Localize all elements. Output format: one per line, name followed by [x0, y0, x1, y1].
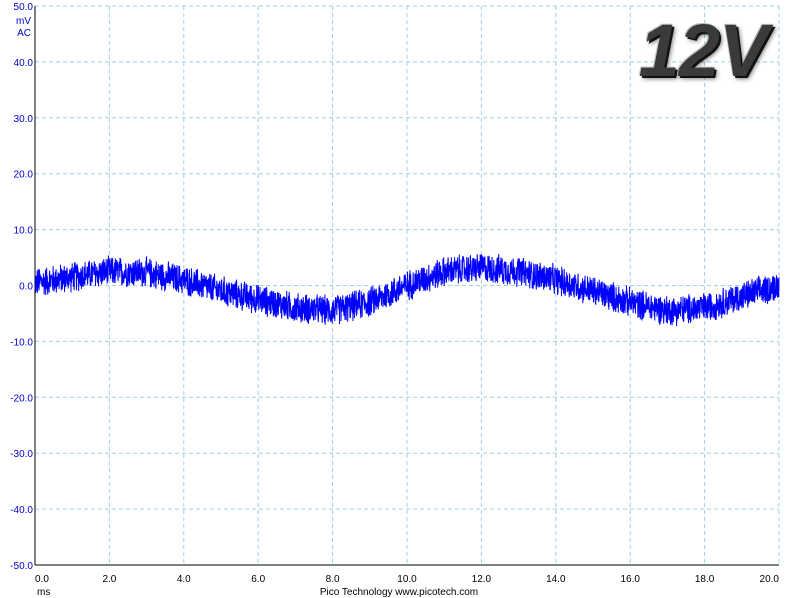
x-tick-label: 18.0: [695, 574, 715, 585]
y-unit-label: mV: [16, 16, 31, 27]
x-tick-label: 20.0: [760, 574, 780, 585]
y-tick-label: -10.0: [10, 337, 33, 348]
y-tick-label: 50.0: [14, 2, 34, 13]
y-tick-label: 20.0: [14, 170, 34, 181]
y-tick-label: -30.0: [10, 449, 33, 460]
x-axis-ticks: 0.0 2.0 4.0 6.0 8.0 10.0 12.0 14.0 16.0 18.0 20.0: [35, 574, 779, 585]
y-tick-label: 10.0: [14, 226, 34, 237]
y-tick-label: -50.0: [10, 561, 33, 572]
y-tick-label: -40.0: [10, 505, 33, 516]
x-tick-label: 16.0: [620, 574, 640, 585]
y-coupling-label: AC: [17, 28, 31, 39]
x-tick-label: 10.0: [397, 574, 417, 585]
y-tick-label: 30.0: [14, 114, 34, 125]
y-axis-ticks: 50.0 40.0 30.0 20.0 10.0 0.0 -10.0 -20.0 -30.0 -4…: [10, 2, 33, 572]
footer-credit: Pico Technology www.picotech.com: [320, 587, 478, 598]
x-unit-label: ms: [37, 587, 50, 598]
y-tick-label: 40.0: [14, 58, 34, 69]
x-tick-label: 4.0: [177, 574, 191, 585]
x-tick-label: 6.0: [251, 574, 265, 585]
x-tick-label: 8.0: [326, 574, 340, 585]
y-tick-label: 0.0: [19, 282, 33, 293]
voltage-badge: 12V: [638, 9, 769, 92]
x-tick-label: 14.0: [546, 574, 566, 585]
x-tick-label: 0.0: [35, 574, 49, 585]
x-tick-label: 2.0: [102, 574, 116, 585]
x-tick-label: 12.0: [472, 574, 492, 585]
y-tick-label: -20.0: [10, 393, 33, 404]
